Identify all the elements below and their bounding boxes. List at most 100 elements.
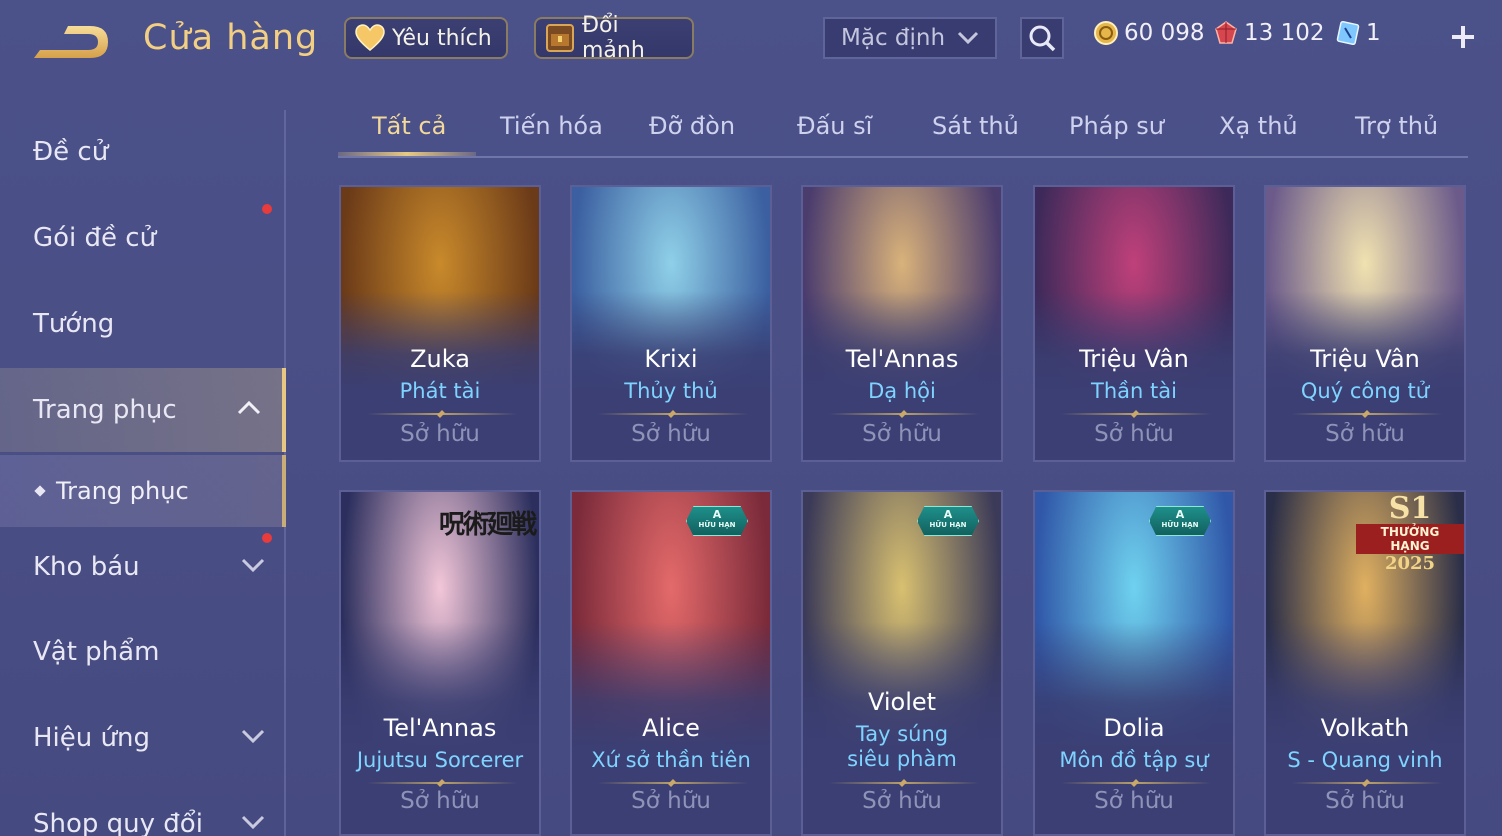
- favorite-label: Yêu thích: [392, 25, 492, 51]
- gold-currency: 60 098: [1092, 19, 1204, 47]
- sidebar-item-heroes[interactable]: Tướng: [0, 282, 286, 366]
- badge-label: HỮU HẠN: [929, 521, 967, 529]
- treasure-chest-icon: [544, 22, 576, 54]
- skin-card[interactable]: Triệu Vân Quý công tử Sở hữu: [1264, 185, 1466, 462]
- skin-card[interactable]: Violet Tay súng siêu phàm Sở hữu A HỮU HẠN: [801, 490, 1003, 836]
- voucher-amount: 1: [1366, 20, 1381, 46]
- divider: [1292, 782, 1442, 784]
- skin-card[interactable]: Dolia Môn đồ tập sự Sở hữu A HỮU HẠN: [1033, 490, 1235, 836]
- page-title: Cửa hàng: [143, 18, 319, 58]
- top-bar: Cửa hàng Yêu thích Đổi mảnh Mặc định 60 …: [0, 0, 1502, 80]
- notification-dot: [262, 533, 272, 543]
- skin-card[interactable]: Zuka Phát tài Sở hữu: [339, 185, 541, 462]
- skin-card[interactable]: Volkath S - Quang vinh Sở hữu S1 THƯỞNG HẠNG…: [1264, 490, 1466, 836]
- divider: [829, 782, 979, 784]
- bullet-icon: [34, 485, 46, 497]
- divider: [598, 413, 748, 415]
- badge-tier: A: [1175, 508, 1185, 521]
- tab-mage[interactable]: Pháp sư: [1069, 112, 1164, 140]
- sidebar-item-label: Tướng: [33, 309, 115, 339]
- voucher-icon: [1334, 19, 1362, 47]
- notification-dot: [262, 204, 272, 214]
- hero-name: Tel'Annas: [383, 714, 497, 742]
- tab-support[interactable]: Trợ thủ: [1355, 112, 1438, 140]
- gold-amount: 60 098: [1124, 20, 1205, 46]
- trade-label: Đổi mảnh: [582, 13, 645, 63]
- search-icon: [1029, 25, 1056, 52]
- skin-name: S - Quang vinh: [1287, 748, 1443, 772]
- badge-tier: A: [943, 508, 953, 521]
- sidebar-item-label: Trang phục: [33, 395, 177, 425]
- skin-name: Thần tài: [1091, 379, 1177, 403]
- trade-fragments-button[interactable]: Đổi mảnh: [534, 13, 694, 63]
- skin-name: Thủy thủ: [624, 379, 718, 403]
- divider: [829, 413, 979, 415]
- add-currency-button[interactable]: [1446, 20, 1480, 54]
- owned-status: Sở hữu: [862, 788, 942, 814]
- hero-name: Triệu Vân: [1310, 345, 1420, 373]
- sort-dropdown[interactable]: Mặc định: [823, 17, 997, 59]
- divider: [598, 782, 748, 784]
- ruby-amount: 13 102: [1244, 20, 1325, 46]
- sidebar-item-recommended[interactable]: Đề cử: [0, 110, 286, 194]
- skin-name: Xứ sở thần tiên: [591, 748, 751, 772]
- skin-card[interactable]: Tel'Annas Dạ hội Sở hữu: [801, 185, 1003, 462]
- tab-all[interactable]: Tất cả: [372, 112, 446, 140]
- tab-evolve[interactable]: Tiến hóa: [500, 112, 603, 140]
- skin-card[interactable]: Alice Xứ sở thần tiên Sở hữu A HỮU HẠN: [570, 490, 772, 836]
- sidebar-item-treasure[interactable]: Kho báu: [0, 525, 286, 609]
- active-tab-indicator: [338, 152, 476, 156]
- divider: [1061, 413, 1211, 415]
- sidebar-item-items[interactable]: Vật phẩm: [0, 610, 286, 694]
- heart-icon: [354, 22, 386, 54]
- owned-status: Sở hữu: [862, 421, 942, 447]
- ruby-currency: 13 102: [1212, 19, 1324, 47]
- season-year: 2025: [1384, 553, 1436, 574]
- sidebar-item-effects[interactable]: Hiệu ứng: [0, 696, 286, 780]
- season-title: S1: [1388, 491, 1432, 526]
- skin-card[interactable]: Krixi Thủy thủ Sở hữu: [570, 185, 772, 462]
- owned-status: Sở hữu: [1094, 788, 1174, 814]
- badge-label: HỮU HẠN: [698, 521, 736, 529]
- skin-name: Dạ hội: [868, 379, 936, 403]
- skin-card[interactable]: Triệu Vân Thần tài Sở hữu: [1033, 185, 1235, 462]
- sidebar-item-label: Kho báu: [33, 552, 140, 582]
- divider: [1061, 782, 1211, 784]
- badge-label: HỮU HẠN: [1161, 521, 1199, 529]
- chevron-down-icon: [241, 815, 265, 830]
- skin-card[interactable]: Tel'Annas Jujutsu Sorcerer Sở hữu 呪術廻戦: [339, 490, 541, 836]
- sidebar-item-exchange-shop[interactable]: Shop quy đổi: [0, 782, 286, 836]
- owned-status: Sở hữu: [631, 421, 711, 447]
- tab-assassin[interactable]: Sát thủ: [932, 112, 1019, 140]
- chevron-down-icon: [241, 729, 265, 744]
- sidebar-item-label: Vật phẩm: [33, 637, 160, 667]
- chevron-down-icon: [241, 558, 265, 573]
- hero-name: Violet: [867, 688, 937, 716]
- limited-badge: A HỮU HẠN: [917, 506, 979, 536]
- limited-badge: A HỮU HẠN: [1149, 506, 1211, 536]
- favorite-button[interactable]: Yêu thích: [344, 17, 508, 59]
- tab-marksman[interactable]: Xạ thủ: [1219, 112, 1298, 140]
- ruby-icon: [1212, 19, 1240, 47]
- sidebar-item-label: Gói đề cử: [33, 223, 157, 253]
- sidebar-item-skins[interactable]: Trang phục: [0, 368, 286, 452]
- hero-name: Krixi: [644, 345, 698, 373]
- sidebar-subitem-skins[interactable]: Trang phục: [0, 455, 286, 527]
- tab-tank[interactable]: Đỡ đòn: [649, 112, 735, 140]
- season-rank: THƯỞNG HẠNG: [1356, 524, 1464, 554]
- sidebar-item-bundles[interactable]: Gói đề cử: [0, 196, 286, 280]
- skin-name: Phát tài: [399, 379, 481, 403]
- back-button[interactable]: [30, 22, 114, 66]
- divider: [367, 413, 517, 415]
- voucher-currency: 1: [1334, 19, 1381, 47]
- collab-logo: 呪術廻戦: [438, 510, 537, 540]
- tab-fighter[interactable]: Đấu sĩ: [797, 112, 872, 140]
- hero-name: Tel'Annas: [845, 345, 959, 373]
- divider: [367, 782, 517, 784]
- hero-name: Volkath: [1320, 714, 1410, 742]
- back-arrow-icon: [34, 26, 108, 58]
- search-button[interactable]: [1020, 17, 1064, 59]
- owned-status: Sở hữu: [400, 788, 480, 814]
- hero-name: Triệu Vân: [1079, 345, 1189, 373]
- role-filter-tabs: Tất cả Tiến hóa Đỡ đòn Đấu sĩ Sát thủ Ph…: [338, 100, 1468, 158]
